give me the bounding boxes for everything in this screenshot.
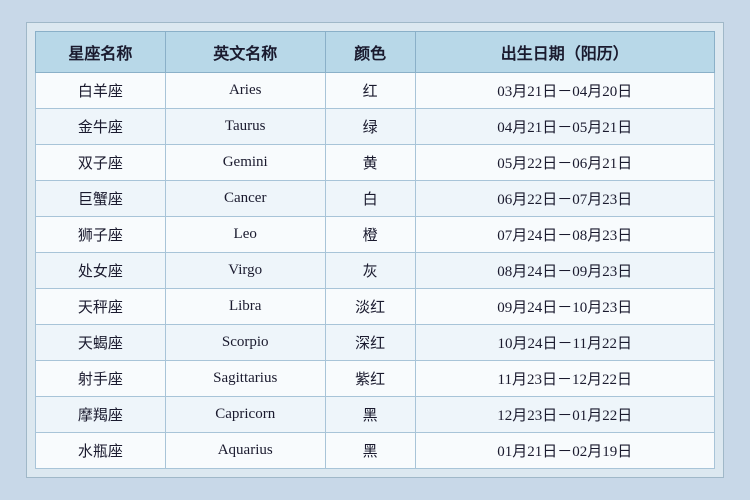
cell-date: 08月24日－09月23日: [415, 253, 714, 289]
cell-en: Aries: [165, 73, 325, 109]
cell-color: 灰: [325, 253, 415, 289]
cell-en: Virgo: [165, 253, 325, 289]
cell-date: 01月21日－02月19日: [415, 433, 714, 469]
table-row: 天秤座Libra淡红09月24日－10月23日: [36, 289, 715, 325]
cell-color: 白: [325, 181, 415, 217]
table-row: 狮子座Leo橙07月24日－08月23日: [36, 217, 715, 253]
cell-date: 07月24日－08月23日: [415, 217, 714, 253]
cell-cn: 天秤座: [36, 289, 166, 325]
cell-cn: 处女座: [36, 253, 166, 289]
cell-cn: 水瓶座: [36, 433, 166, 469]
cell-date: 11月23日－12月22日: [415, 361, 714, 397]
table-row: 处女座Virgo灰08月24日－09月23日: [36, 253, 715, 289]
table-row: 巨蟹座Cancer白06月22日－07月23日: [36, 181, 715, 217]
header-date: 出生日期（阳历）: [415, 32, 714, 73]
cell-cn: 金牛座: [36, 109, 166, 145]
table-row: 水瓶座Aquarius黑01月21日－02月19日: [36, 433, 715, 469]
table-row: 白羊座Aries红03月21日－04月20日: [36, 73, 715, 109]
cell-color: 黄: [325, 145, 415, 181]
cell-color: 紫红: [325, 361, 415, 397]
cell-en: Libra: [165, 289, 325, 325]
zodiac-table: 星座名称 英文名称 颜色 出生日期（阳历） 白羊座Aries红03月21日－04…: [35, 31, 715, 469]
cell-date: 06月22日－07月23日: [415, 181, 714, 217]
cell-en: Cancer: [165, 181, 325, 217]
header-cn: 星座名称: [36, 32, 166, 73]
cell-en: Leo: [165, 217, 325, 253]
cell-cn: 射手座: [36, 361, 166, 397]
cell-color: 淡红: [325, 289, 415, 325]
cell-color: 深红: [325, 325, 415, 361]
header-color: 颜色: [325, 32, 415, 73]
cell-color: 橙: [325, 217, 415, 253]
table-row: 双子座Gemini黄05月22日－06月21日: [36, 145, 715, 181]
cell-color: 绿: [325, 109, 415, 145]
cell-date: 05月22日－06月21日: [415, 145, 714, 181]
table-row: 摩羯座Capricorn黑12月23日－01月22日: [36, 397, 715, 433]
cell-cn: 天蝎座: [36, 325, 166, 361]
table-row: 射手座Sagittarius紫红11月23日－12月22日: [36, 361, 715, 397]
cell-cn: 巨蟹座: [36, 181, 166, 217]
cell-date: 04月21日－05月21日: [415, 109, 714, 145]
cell-en: Scorpio: [165, 325, 325, 361]
cell-en: Aquarius: [165, 433, 325, 469]
header-en: 英文名称: [165, 32, 325, 73]
cell-cn: 双子座: [36, 145, 166, 181]
cell-date: 12月23日－01月22日: [415, 397, 714, 433]
cell-color: 黑: [325, 433, 415, 469]
cell-cn: 白羊座: [36, 73, 166, 109]
cell-cn: 狮子座: [36, 217, 166, 253]
table-header-row: 星座名称 英文名称 颜色 出生日期（阳历）: [36, 32, 715, 73]
cell-color: 红: [325, 73, 415, 109]
table-row: 金牛座Taurus绿04月21日－05月21日: [36, 109, 715, 145]
cell-en: Gemini: [165, 145, 325, 181]
cell-color: 黑: [325, 397, 415, 433]
cell-en: Taurus: [165, 109, 325, 145]
cell-en: Sagittarius: [165, 361, 325, 397]
cell-cn: 摩羯座: [36, 397, 166, 433]
table-container: 星座名称 英文名称 颜色 出生日期（阳历） 白羊座Aries红03月21日－04…: [26, 22, 724, 478]
cell-date: 09月24日－10月23日: [415, 289, 714, 325]
cell-date: 03月21日－04月20日: [415, 73, 714, 109]
cell-date: 10月24日－11月22日: [415, 325, 714, 361]
cell-en: Capricorn: [165, 397, 325, 433]
table-row: 天蝎座Scorpio深红10月24日－11月22日: [36, 325, 715, 361]
